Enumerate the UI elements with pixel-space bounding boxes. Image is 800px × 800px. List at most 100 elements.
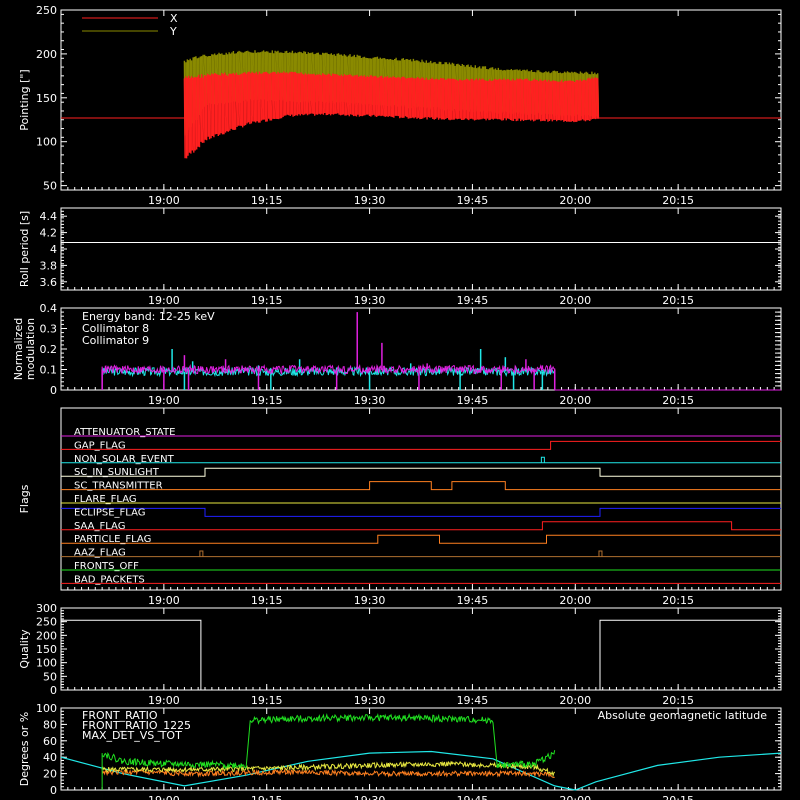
latitude-xtick-label: 19:15: [251, 794, 283, 800]
pointing-ytick-label: 100: [36, 136, 57, 149]
quality-ytick-label: 0: [50, 684, 57, 697]
roll-xtick-label: 19:15: [251, 294, 283, 307]
flag-label-sc_in_sunlight: SC_IN_SUNLIGHT: [74, 467, 160, 478]
flag-line-sc_in_sunlight: [61, 467, 781, 477]
modulation-xtick-label: 19:30: [354, 394, 386, 407]
flags-xtick-label: 19:30: [354, 594, 386, 607]
roll-ylabel: Roll period [s]: [18, 211, 31, 287]
flag-line-gap_flag: [61, 440, 781, 450]
roll-xtick-label: 19:45: [457, 294, 489, 307]
pointing-xtick-label: 20:15: [662, 194, 694, 207]
latitude-xtick-label: 20:00: [559, 794, 591, 800]
modulation-ytick-label: 0.3: [40, 323, 58, 336]
latitude-xtick-label: 19:00: [148, 794, 180, 800]
pointing-band-X: [183, 71, 600, 159]
flag-line-particle_flag: [61, 534, 781, 544]
roll-xtick-label: 19:30: [354, 294, 386, 307]
flag-label-eclipse_flag: ECLIPSE_FLAG: [74, 507, 145, 518]
flag-line-eclipse_flag: [61, 507, 781, 517]
quality-xtick-label: 19:30: [354, 694, 386, 707]
flag-label-bad_packets: BAD_PACKETS: [74, 574, 145, 585]
latitude-annotation: Absolute geomagnetic latitude: [598, 709, 768, 722]
pointing-ylabel: Pointing ["]: [18, 69, 31, 130]
modulation-ytick-label: 0.4: [40, 302, 58, 315]
latitude-ytick-label: 40: [43, 751, 57, 764]
quality-ytick-label: 200: [36, 629, 57, 642]
quality-xtick-label: 19:15: [251, 694, 283, 707]
roll-xtick-label: 20:00: [559, 294, 591, 307]
flags-xtick-label: 19:00: [148, 594, 180, 607]
roll-ytick-label: 3.6: [40, 276, 58, 289]
modulation-xtick-label: 19:45: [457, 394, 489, 407]
modulation-legend-9: Collimator 9: [82, 334, 149, 347]
quality-ytick-label: 300: [36, 602, 57, 615]
roll-ytick-label: 3.8: [40, 259, 58, 272]
flag-label-particle_flag: PARTICLE_FLAG: [74, 534, 151, 545]
flag-label-non_solar_event: NON_SOLAR_EVENT: [74, 454, 175, 465]
pointing-ytick-label: 250: [36, 4, 57, 17]
roll-xtick-label: 20:15: [662, 294, 694, 307]
pointing-ytick-label: 200: [36, 48, 57, 61]
latitude-ytick-label: 0: [50, 784, 57, 797]
roll-xtick-label: 19:00: [148, 294, 180, 307]
modulation-ytick-label: 0.1: [40, 364, 58, 377]
quality-xtick-label: 20:00: [559, 694, 591, 707]
flags-xtick-label: 19:45: [457, 594, 489, 607]
pointing-ytick-label: 150: [36, 92, 57, 105]
quality-ytick-label: 100: [36, 657, 57, 670]
modulation-xtick-label: 19:00: [148, 394, 180, 407]
modulation-xtick-label: 20:15: [662, 394, 694, 407]
pointing-xtick-label: 19:45: [457, 194, 489, 207]
quality-xtick-label: 19:45: [457, 694, 489, 707]
modulation-ytick-label: 0: [50, 384, 57, 397]
roll-frame: [60, 207, 782, 291]
flag-label-fronts_off: FRONTS_OFF: [74, 561, 139, 572]
flag-pulse: [598, 550, 603, 557]
flag-label-saa_flag: SAA_FLAG: [74, 521, 125, 532]
pointing-xtick-label: 19:30: [354, 194, 386, 207]
hessi-quicklook-chart: 19:00 19:15 19:30 19:45 20:00 20:155010015020…: [12, 4, 782, 800]
quality-ytick-label: 150: [36, 643, 57, 656]
flag-pulse: [540, 456, 545, 463]
pointing-series-X: [61, 71, 781, 159]
latitude-xtick-label: 20:15: [662, 794, 694, 800]
flags-xtick-label: 20:00: [559, 594, 591, 607]
pointing-ytick-label: 50: [43, 180, 57, 193]
flag-line-sc_transmitter: [61, 481, 781, 491]
pointing-xtick-label: 20:00: [559, 194, 591, 207]
pointing-xtick-label: 19:00: [148, 194, 180, 207]
quality-ylabel: Quality: [18, 629, 31, 669]
pointing-legend-X: X: [170, 12, 178, 25]
flag-label-attenuator_state: ATTENUATOR_STATE: [74, 427, 175, 438]
pointing-legend-Y: Y: [169, 25, 177, 38]
flag-line-saa_flag: [61, 521, 781, 531]
flag-pulse: [199, 550, 204, 557]
flags-xtick-label: 19:15: [251, 594, 283, 607]
flags-ylabel: Flags: [18, 484, 31, 513]
quality-line: [61, 619, 781, 691]
modulation-xtick-label: 20:00: [559, 394, 591, 407]
flag-label-flare_flag: FLARE_FLAG: [74, 494, 137, 505]
quality-xtick-label: 19:00: [148, 694, 180, 707]
latitude-xtick-label: 19:30: [354, 794, 386, 800]
pointing-xtick-label: 19:15: [251, 194, 283, 207]
latitude-ytick-label: 80: [43, 718, 57, 731]
roll-ytick-label: 4.2: [40, 227, 58, 240]
quality-ytick-label: 250: [36, 616, 57, 629]
flag-label-sc_transmitter: SC_TRANSMITTER: [74, 481, 163, 492]
quality-ytick-label: 50: [43, 670, 57, 683]
modulation-ylabel: modulation: [24, 318, 37, 380]
flag-label-gap_flag: GAP_FLAG: [74, 440, 126, 451]
modulation-ytick-label: 0.2: [40, 343, 58, 356]
flag-label-aaz_flag: AAZ_FLAG: [74, 548, 126, 559]
quality-xtick-label: 20:15: [662, 694, 694, 707]
flags-xtick-label: 20:15: [662, 594, 694, 607]
latitude-ytick-label: 60: [43, 735, 57, 748]
latitude-legend-max_det_vs_tot: MAX_DET_VS_TOT: [82, 729, 182, 742]
latitude-series-absolute-geomagnetic-latitude: [60, 750, 782, 791]
latitude-ytick-label: 100: [36, 702, 57, 715]
roll-ytick-label: 4: [50, 243, 57, 256]
latitude-ytick-label: 20: [43, 768, 57, 781]
roll-ytick-label: 4.4: [40, 210, 58, 223]
modulation-xtick-label: 19:15: [251, 394, 283, 407]
